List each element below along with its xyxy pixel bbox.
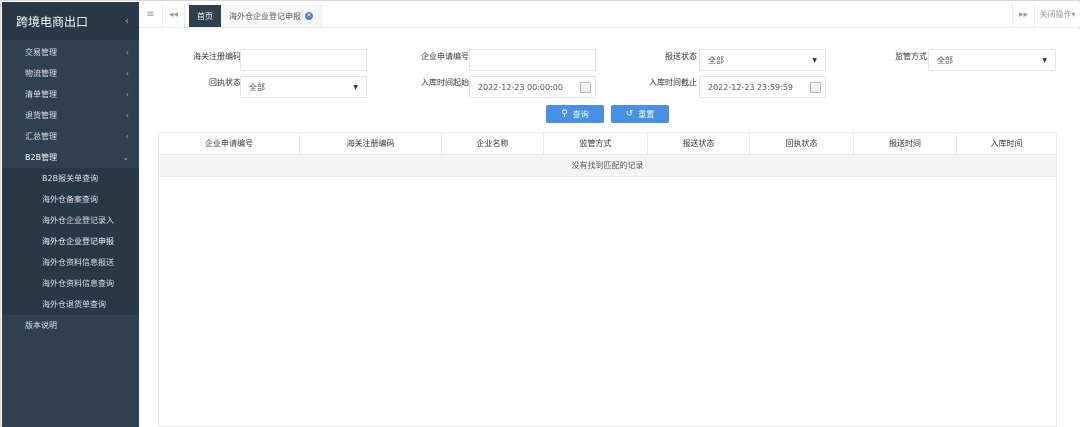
results-table: 企业申请编号 海关注册编码 企业名称 监管方式 报送状态 回执状态 报送时间 入… [158,132,1057,427]
close-icon[interactable]: ✕ [305,12,313,20]
tab-bar: ≡ ◂◂ 首页 海外仓企业登记申报 ✕ ▸▸ 关闭操作 ▾ [139,2,1080,28]
tab-scroll-right-icon[interactable]: ▸▸ [1012,2,1034,27]
caret-down-icon: ▼ [812,56,817,64]
report-status-select[interactable]: 全部 ▼ [699,49,826,71]
supervision-mode-value: 全部 [937,55,953,65]
inbound-start-label: 入库时间起始 [421,78,469,87]
chevron-left-icon: ‹ [125,69,129,78]
sidebar-item-returns[interactable]: 退货管理 ‹ [2,105,139,126]
sidebar-item-trade[interactable]: 交易管理 ‹ [2,42,139,63]
sidebar-subitem-b2b-declaration[interactable]: B2B报关单查询 [2,168,139,189]
app-window: 跨境电商出口 ‹ 交易管理 ‹ 物流管理 ‹ 清单管理 ‹ 退货管理 ‹ 汇总管理 ‹ B… [0,0,1080,427]
chevron-left-icon: ‹ [125,90,129,99]
company-app-no-label: 企业申请编号 [421,52,469,61]
customs-reg-code-input[interactable] [240,49,367,71]
chevron-down-icon: ⌄ [122,153,129,162]
report-status-value: 全部 [708,55,724,65]
receipt-status-label: 回执状态 [209,78,241,87]
sidebar-item-label: 版本说明 [25,321,57,330]
calendar-icon[interactable] [580,82,591,93]
sidebar-item-label: 清单管理 [25,90,57,99]
supervision-mode-select[interactable]: 全部 ▼ [928,49,1056,71]
sidebar-subitem-info-submit[interactable]: 海外仓资料信息报送 [2,252,139,273]
report-status-label: 报送状态 [665,52,697,61]
sidebar-header: 跨境电商出口 ‹ [2,2,139,40]
caret-down-icon: ▾ [1071,10,1076,19]
column-header[interactable]: 监管方式 [544,133,648,154]
column-header[interactable]: 回执状态 [750,133,854,154]
customs-reg-code-label: 海关注册编码 [193,52,241,61]
search-icon: ⚲ [561,109,568,119]
sidebar-subitem-company-entry[interactable]: 海外仓企业登记录入 [2,210,139,231]
column-header[interactable]: 企业申请编号 [159,133,300,154]
sidebar-collapse-icon[interactable]: ‹ [125,16,129,27]
app-title: 跨境电商出口 [16,14,89,29]
sidebar-footer-menu: 版本说明 [2,315,139,336]
tab-home[interactable]: 首页 [189,5,221,27]
caret-down-icon: ▼ [1042,56,1047,64]
menu-toggle-icon[interactable]: ≡ [139,2,163,27]
search-button-label: 查询 [572,109,589,119]
reset-button-label: 重置 [638,109,655,119]
tab-current-label: 海外仓企业登记申报 [229,11,301,21]
sidebar-item-manifest[interactable]: 清单管理 ‹ [2,84,139,105]
sidebar-subitem-warehouse-filing[interactable]: 海外仓备案查询 [2,189,139,210]
chevron-left-icon: ‹ [125,48,129,57]
receipt-status-value: 全部 [249,82,265,92]
calendar-icon[interactable] [810,82,821,93]
undo-icon: ↺ [625,109,634,119]
inbound-end-value: 2022-12-23 23:59:59 [708,82,793,92]
column-header[interactable]: 企业名称 [442,133,544,154]
sidebar: 跨境电商出口 ‹ 交易管理 ‹ 物流管理 ‹ 清单管理 ‹ 退货管理 ‹ 汇总管理 ‹ B… [2,2,139,427]
column-header[interactable]: 入库时间 [957,133,1056,154]
inbound-start-input[interactable]: 2022-12-23 00:00:00 [469,76,596,98]
sidebar-menu: 交易管理 ‹ 物流管理 ‹ 清单管理 ‹ 退货管理 ‹ 汇总管理 ‹ B2B管理 ⌄ [2,42,139,168]
inbound-end-label: 入库时间截止 [649,78,697,87]
sidebar-item-summary[interactable]: 汇总管理 ‹ [2,126,139,147]
inbound-start-value: 2022-12-23 00:00:00 [478,82,563,92]
supervision-mode-label: 监管方式 [895,52,927,61]
sidebar-item-b2b[interactable]: B2B管理 ⌄ [2,147,139,168]
sidebar-item-label: 交易管理 [25,48,57,57]
reset-button[interactable]: ↺ 重置 [611,105,669,123]
caret-down-icon: ▼ [353,83,358,91]
sidebar-item-label: B2B管理 [25,153,58,162]
sidebar-item-label: 汇总管理 [25,132,57,141]
main-content: 海关注册编码 企业申请编号 报送状态 全部 ▼ 监管方式 全部 ▼ 回执状态 全部 ▼… [139,29,1080,427]
search-button[interactable]: ⚲ 查询 [546,105,604,123]
inbound-end-input[interactable]: 2022-12-23 23:59:59 [699,76,826,98]
company-app-no-input[interactable] [469,49,596,71]
tab-bar-spacer [322,2,1012,27]
chevron-left-icon: ‹ [125,111,129,120]
tab-current[interactable]: 海外仓企业登记申报 ✕ [221,5,322,27]
column-header[interactable]: 报送时间 [854,133,957,154]
column-header[interactable]: 报送状态 [648,133,750,154]
sidebar-item-label: 退货管理 [25,111,57,120]
receipt-status-select[interactable]: 全部 ▼ [240,76,367,98]
close-operations-label: 关闭操作 [1039,10,1072,19]
sidebar-submenu-b2b: B2B报关单查询 海外仓备案查询 海外仓企业登记录入 海外仓企业登记申报 海外仓… [2,168,139,315]
close-operations-dropdown[interactable]: 关闭操作 ▾ [1034,2,1080,27]
chevron-left-icon: ‹ [125,132,129,141]
table-header: 企业申请编号 海关注册编码 企业名称 监管方式 报送状态 回执状态 报送时间 入… [159,133,1056,155]
tab-scroll-left-icon[interactable]: ◂◂ [163,2,185,27]
sidebar-item-version[interactable]: 版本说明 [2,315,139,336]
table-empty-row: 没有找到匹配的记录 [159,155,1056,177]
sidebar-subitem-info-query[interactable]: 海外仓资料信息查询 [2,273,139,294]
sidebar-subitem-return-query[interactable]: 海外仓退货单查询 [2,294,139,315]
sidebar-subitem-company-declare[interactable]: 海外仓企业登记申报 [2,231,139,252]
column-header[interactable]: 海关注册编码 [300,133,442,154]
sidebar-item-label: 物流管理 [25,69,57,78]
sidebar-item-logistics[interactable]: 物流管理 ‹ [2,63,139,84]
